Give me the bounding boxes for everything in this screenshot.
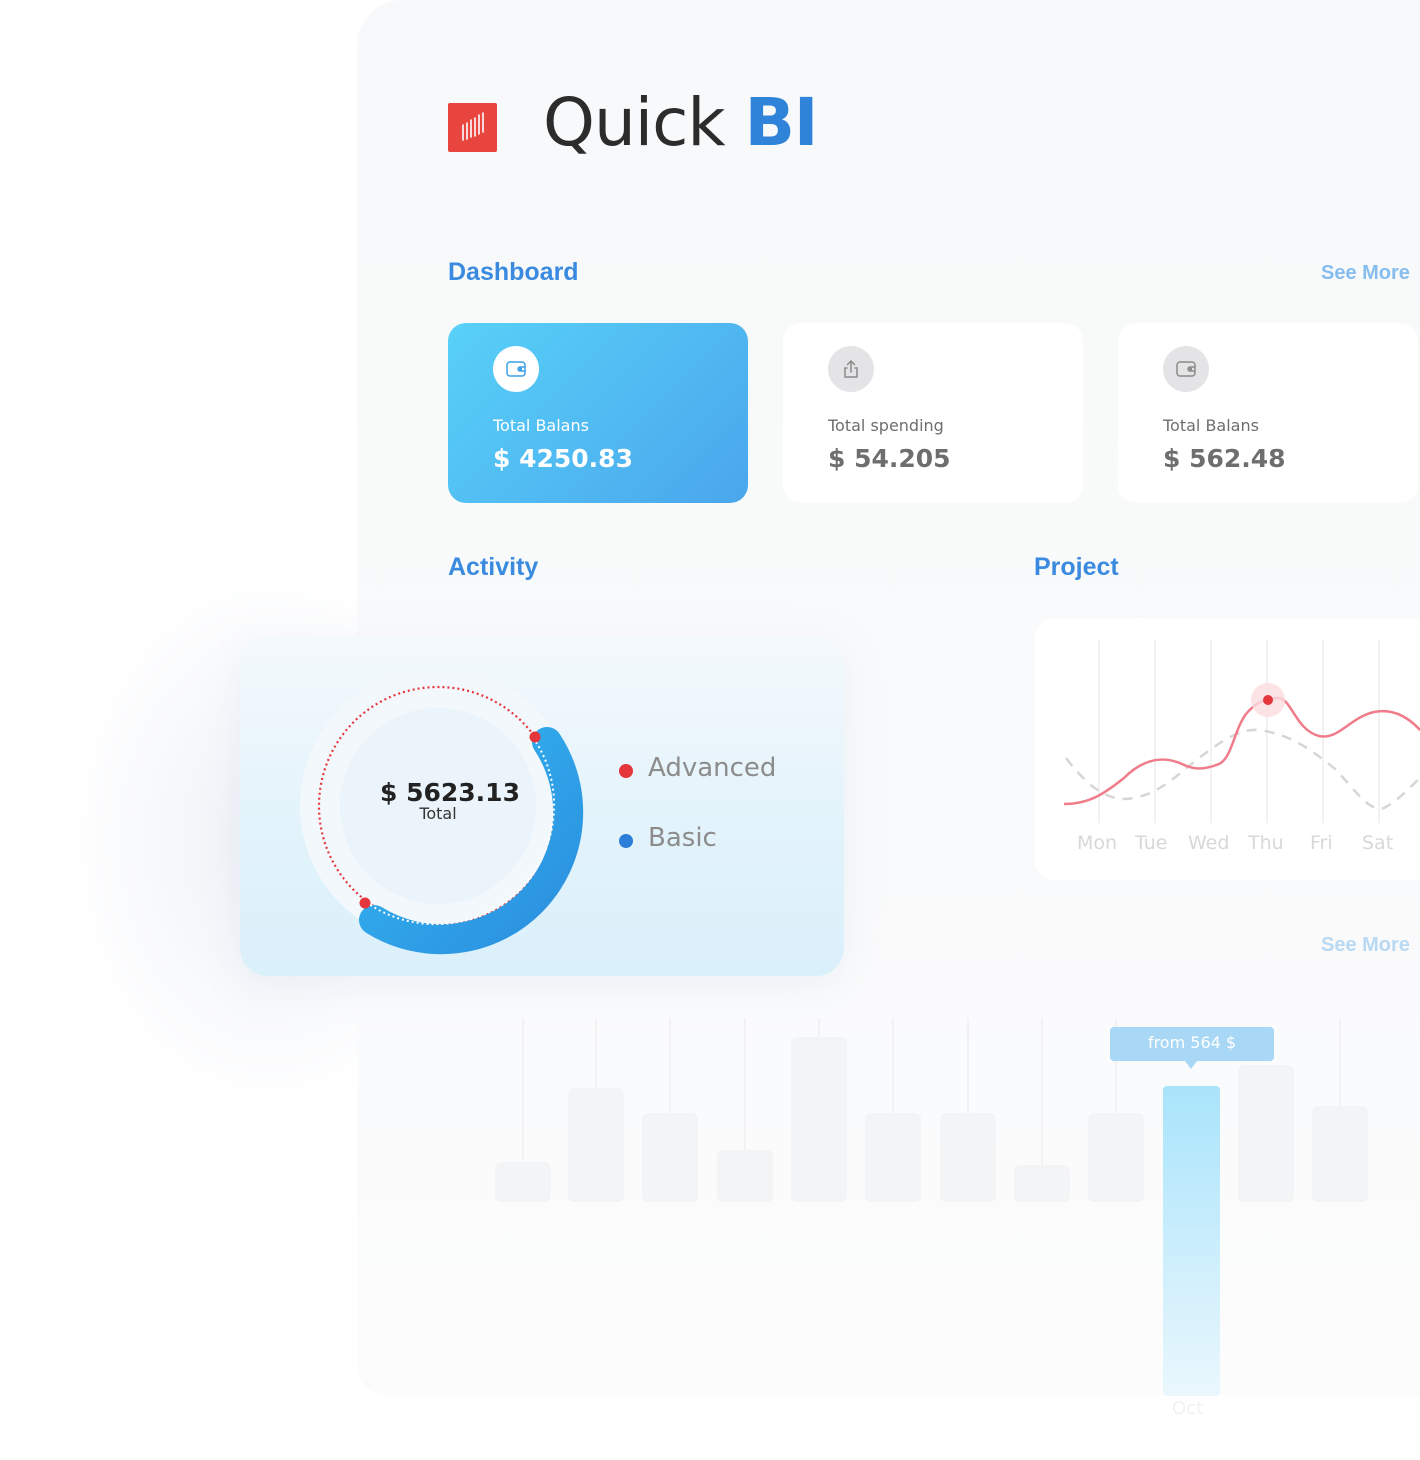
app-title: Quick BI [543, 84, 819, 161]
card-label: Total Balans [1163, 416, 1259, 435]
project-title: Project [1034, 553, 1119, 581]
bar [642, 1113, 698, 1202]
month-label: Oct [1172, 1398, 1204, 1419]
arc-end-dot [529, 731, 541, 743]
activity-title: Activity [448, 553, 539, 581]
bar [568, 1088, 624, 1202]
day-label: Tue [1135, 832, 1168, 854]
bottom-see-more-link[interactable]: See More [1321, 934, 1410, 957]
legend-dot-advanced [619, 764, 633, 778]
day-label: Thu [1248, 832, 1284, 854]
card-value: $ 562.48 [1163, 444, 1286, 473]
series-dashed-line [1065, 728, 1420, 810]
bar [1312, 1106, 1368, 1202]
card-label: Total Balans [493, 416, 589, 435]
bar [791, 1037, 847, 1202]
bar [940, 1113, 996, 1202]
card-total-balans-2[interactable]: Total Balans $ 562.48 [1118, 323, 1418, 503]
app-title-part1: Quick [543, 84, 726, 161]
donut-total-label: Total [419, 804, 457, 823]
series-line [1063, 696, 1420, 806]
bar [495, 1162, 551, 1202]
bar-chart-background [495, 1018, 1368, 1396]
legend-dot-basic [619, 834, 633, 848]
donut-total-value: $ 5623.13 [380, 778, 520, 807]
legend-label-basic: Basic [648, 823, 717, 853]
highlighted-bar [1163, 1086, 1220, 1396]
legend-label-advanced: Advanced [648, 753, 777, 783]
app-title-part2: BI [744, 84, 819, 161]
card-value: $ 4250.83 [493, 444, 633, 473]
card-total-balans[interactable]: Total Balans $ 4250.83 [448, 323, 748, 503]
bar [865, 1113, 921, 1202]
activity-card: $ 5623.13 Total Advanced Basic [240, 636, 844, 976]
bar [1238, 1065, 1294, 1202]
bar [717, 1150, 773, 1202]
dashboard-title: Dashboard [448, 258, 579, 286]
bar [1088, 1113, 1144, 1202]
series-highlight-point [1263, 695, 1273, 705]
arc-end-dot [359, 897, 371, 909]
logo-icon [448, 103, 497, 152]
wallet-icon [1163, 346, 1209, 392]
day-label: Sat [1362, 832, 1394, 854]
day-label: Fri [1310, 832, 1333, 854]
wallet-icon [493, 346, 539, 392]
dashboard-see-more-link[interactable]: See More [1321, 262, 1410, 285]
bar [1014, 1165, 1070, 1202]
bar-tooltip-tail [1185, 1061, 1197, 1069]
bar-tooltip: from 564 $ [1110, 1027, 1274, 1061]
day-label: Mon [1077, 832, 1118, 854]
card-label: Total spending [828, 416, 944, 435]
share-icon [828, 346, 874, 392]
card-total-spending[interactable]: Total spending $ 54.205 [783, 323, 1083, 503]
card-value: $ 54.205 [828, 444, 951, 473]
day-label: Wed [1188, 832, 1230, 854]
